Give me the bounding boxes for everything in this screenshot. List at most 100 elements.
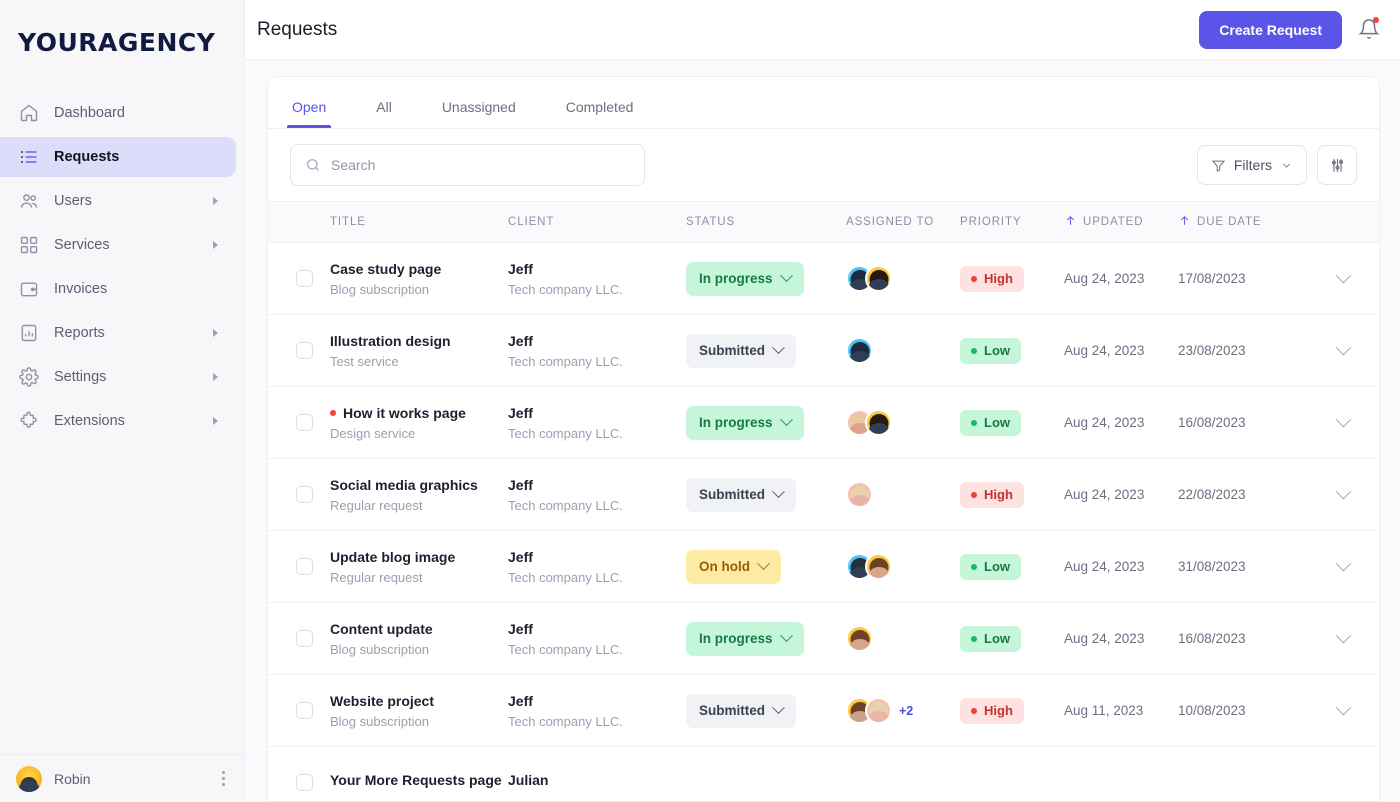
column-header-assigned[interactable]: ASSIGNED TO: [846, 216, 960, 228]
status-badge[interactable]: Submitted: [686, 334, 796, 368]
cell-title[interactable]: Social media graphicsRegular request: [330, 477, 508, 513]
avatar-group[interactable]: [846, 409, 960, 436]
column-header-label: STATUS: [686, 216, 735, 228]
table-settings-button[interactable]: [1317, 145, 1357, 185]
notification-bell-icon[interactable]: [1358, 18, 1380, 42]
table-row[interactable]: How it works pageDesign serviceJeffTech …: [268, 387, 1379, 459]
avatar-group[interactable]: [846, 481, 960, 508]
client-name: Jeff: [508, 261, 686, 277]
table-row[interactable]: Case study pageBlog subscriptionJeffTech…: [268, 243, 1379, 315]
chevron-down-icon[interactable]: [1336, 556, 1352, 572]
row-checkbox[interactable]: [296, 774, 313, 791]
app-root: YOURAGENCY DashboardRequestsUsersService…: [0, 0, 1400, 802]
sidebar-item-invoices[interactable]: Invoices: [0, 269, 236, 309]
avatar-group[interactable]: [846, 337, 960, 364]
chevron-down-icon[interactable]: [1336, 628, 1352, 644]
priority-label: Low: [984, 631, 1010, 646]
avatar-group[interactable]: [846, 265, 960, 292]
sidebar-item-requests[interactable]: Requests: [0, 137, 236, 177]
status-badge[interactable]: In progress: [686, 262, 804, 296]
cell-status: In progress: [686, 406, 846, 440]
tab-completed[interactable]: Completed: [564, 99, 636, 128]
row-checkbox[interactable]: [296, 342, 313, 359]
cell-expand: [1308, 633, 1379, 644]
chevron-right-icon[interactable]: [213, 241, 218, 249]
brand-logo: YOURAGENCY: [0, 0, 244, 57]
request-title-text: Illustration design: [330, 333, 451, 349]
cell-updated: Aug 24, 2023: [1064, 343, 1178, 358]
avatar-group[interactable]: [846, 625, 960, 652]
column-header-priority[interactable]: PRIORITY: [960, 216, 1064, 228]
priority-badge: Low: [960, 626, 1021, 652]
chevron-right-icon[interactable]: [213, 417, 218, 425]
create-request-button[interactable]: Create Request: [1199, 11, 1342, 49]
main-area: Requests Create Request OpenAllUnassigne…: [245, 0, 1400, 802]
column-header-updated[interactable]: UPDATED: [1064, 214, 1178, 230]
table-row[interactable]: Content updateBlog subscriptionJeffTech …: [268, 603, 1379, 675]
chevron-down-icon[interactable]: [1336, 700, 1352, 716]
tab-all[interactable]: All: [374, 99, 394, 128]
cell-title[interactable]: Website projectBlog subscription: [330, 693, 508, 729]
status-label: On hold: [699, 559, 750, 574]
gear-icon: [18, 366, 40, 388]
priority-dot-icon: [971, 708, 977, 714]
search-icon: [305, 157, 321, 173]
sidebar-item-services[interactable]: Services: [0, 225, 236, 265]
priority-label: High: [984, 487, 1013, 502]
column-header-title[interactable]: TITLE: [330, 216, 508, 228]
table-row[interactable]: Social media graphicsRegular requestJeff…: [268, 459, 1379, 531]
table-row[interactable]: Website projectBlog subscriptionJeffTech…: [268, 675, 1379, 747]
table-row[interactable]: Illustration designTest serviceJeffTech …: [268, 315, 1379, 387]
row-checkbox[interactable]: [296, 270, 313, 287]
column-header-status[interactable]: STATUS: [686, 216, 846, 228]
cell-due-date: 23/08/2023: [1178, 343, 1308, 358]
sidebar-user[interactable]: Robin: [0, 754, 245, 802]
cell-title[interactable]: Case study pageBlog subscription: [330, 261, 508, 297]
avatar: [865, 265, 892, 292]
status-badge[interactable]: In progress: [686, 406, 804, 440]
sidebar-item-reports[interactable]: Reports: [0, 313, 236, 353]
search-field[interactable]: [290, 144, 645, 186]
status-badge[interactable]: In progress: [686, 622, 804, 656]
cell-title[interactable]: Illustration designTest service: [330, 333, 508, 369]
sidebar-item-users[interactable]: Users: [0, 181, 236, 221]
chevron-down-icon[interactable]: [1336, 340, 1352, 356]
table-row[interactable]: Update blog imageRegular requestJeffTech…: [268, 531, 1379, 603]
cell-title[interactable]: Your More Requests page: [330, 772, 508, 793]
column-header-due[interactable]: DUE DATE: [1178, 214, 1308, 230]
row-checkbox[interactable]: [296, 486, 313, 503]
row-checkbox[interactable]: [296, 558, 313, 575]
sidebar-item-settings[interactable]: Settings: [0, 357, 236, 397]
sidebar-item-extensions[interactable]: Extensions: [0, 401, 236, 441]
chevron-down-icon[interactable]: [1336, 412, 1352, 428]
status-badge[interactable]: On hold: [686, 550, 781, 584]
chevron-right-icon[interactable]: [213, 329, 218, 337]
tab-open[interactable]: Open: [290, 99, 328, 128]
client-name: Jeff: [508, 693, 686, 709]
cell-title[interactable]: Content updateBlog subscription: [330, 621, 508, 657]
tab-unassigned[interactable]: Unassigned: [440, 99, 518, 128]
cell-due-date: 22/08/2023: [1178, 487, 1308, 502]
chevron-down-icon[interactable]: [1336, 484, 1352, 500]
status-badge[interactable]: Submitted: [686, 694, 796, 728]
search-input[interactable]: [331, 157, 630, 173]
row-checkbox[interactable]: [296, 414, 313, 431]
row-checkbox[interactable]: [296, 702, 313, 719]
cell-title[interactable]: How it works pageDesign service: [330, 405, 508, 441]
filters-button[interactable]: Filters: [1197, 145, 1307, 185]
client-name: Jeff: [508, 549, 686, 565]
status-badge[interactable]: Submitted: [686, 478, 796, 512]
column-header-client[interactable]: CLIENT: [508, 216, 686, 228]
chevron-right-icon[interactable]: [213, 373, 218, 381]
row-checkbox[interactable]: [296, 630, 313, 647]
chevron-right-icon[interactable]: [213, 197, 218, 205]
kebab-menu-icon[interactable]: [218, 767, 229, 790]
table-row[interactable]: Your More Requests pageJulian: [268, 747, 1379, 801]
avatar-group[interactable]: +2: [846, 697, 960, 724]
row-select-cell: [268, 630, 330, 647]
cell-title[interactable]: Update blog imageRegular request: [330, 549, 508, 585]
sidebar-item-dashboard[interactable]: Dashboard: [0, 93, 236, 133]
avatar-group[interactable]: [846, 553, 960, 580]
request-subtitle: Design service: [330, 426, 508, 441]
chevron-down-icon[interactable]: [1336, 268, 1352, 284]
